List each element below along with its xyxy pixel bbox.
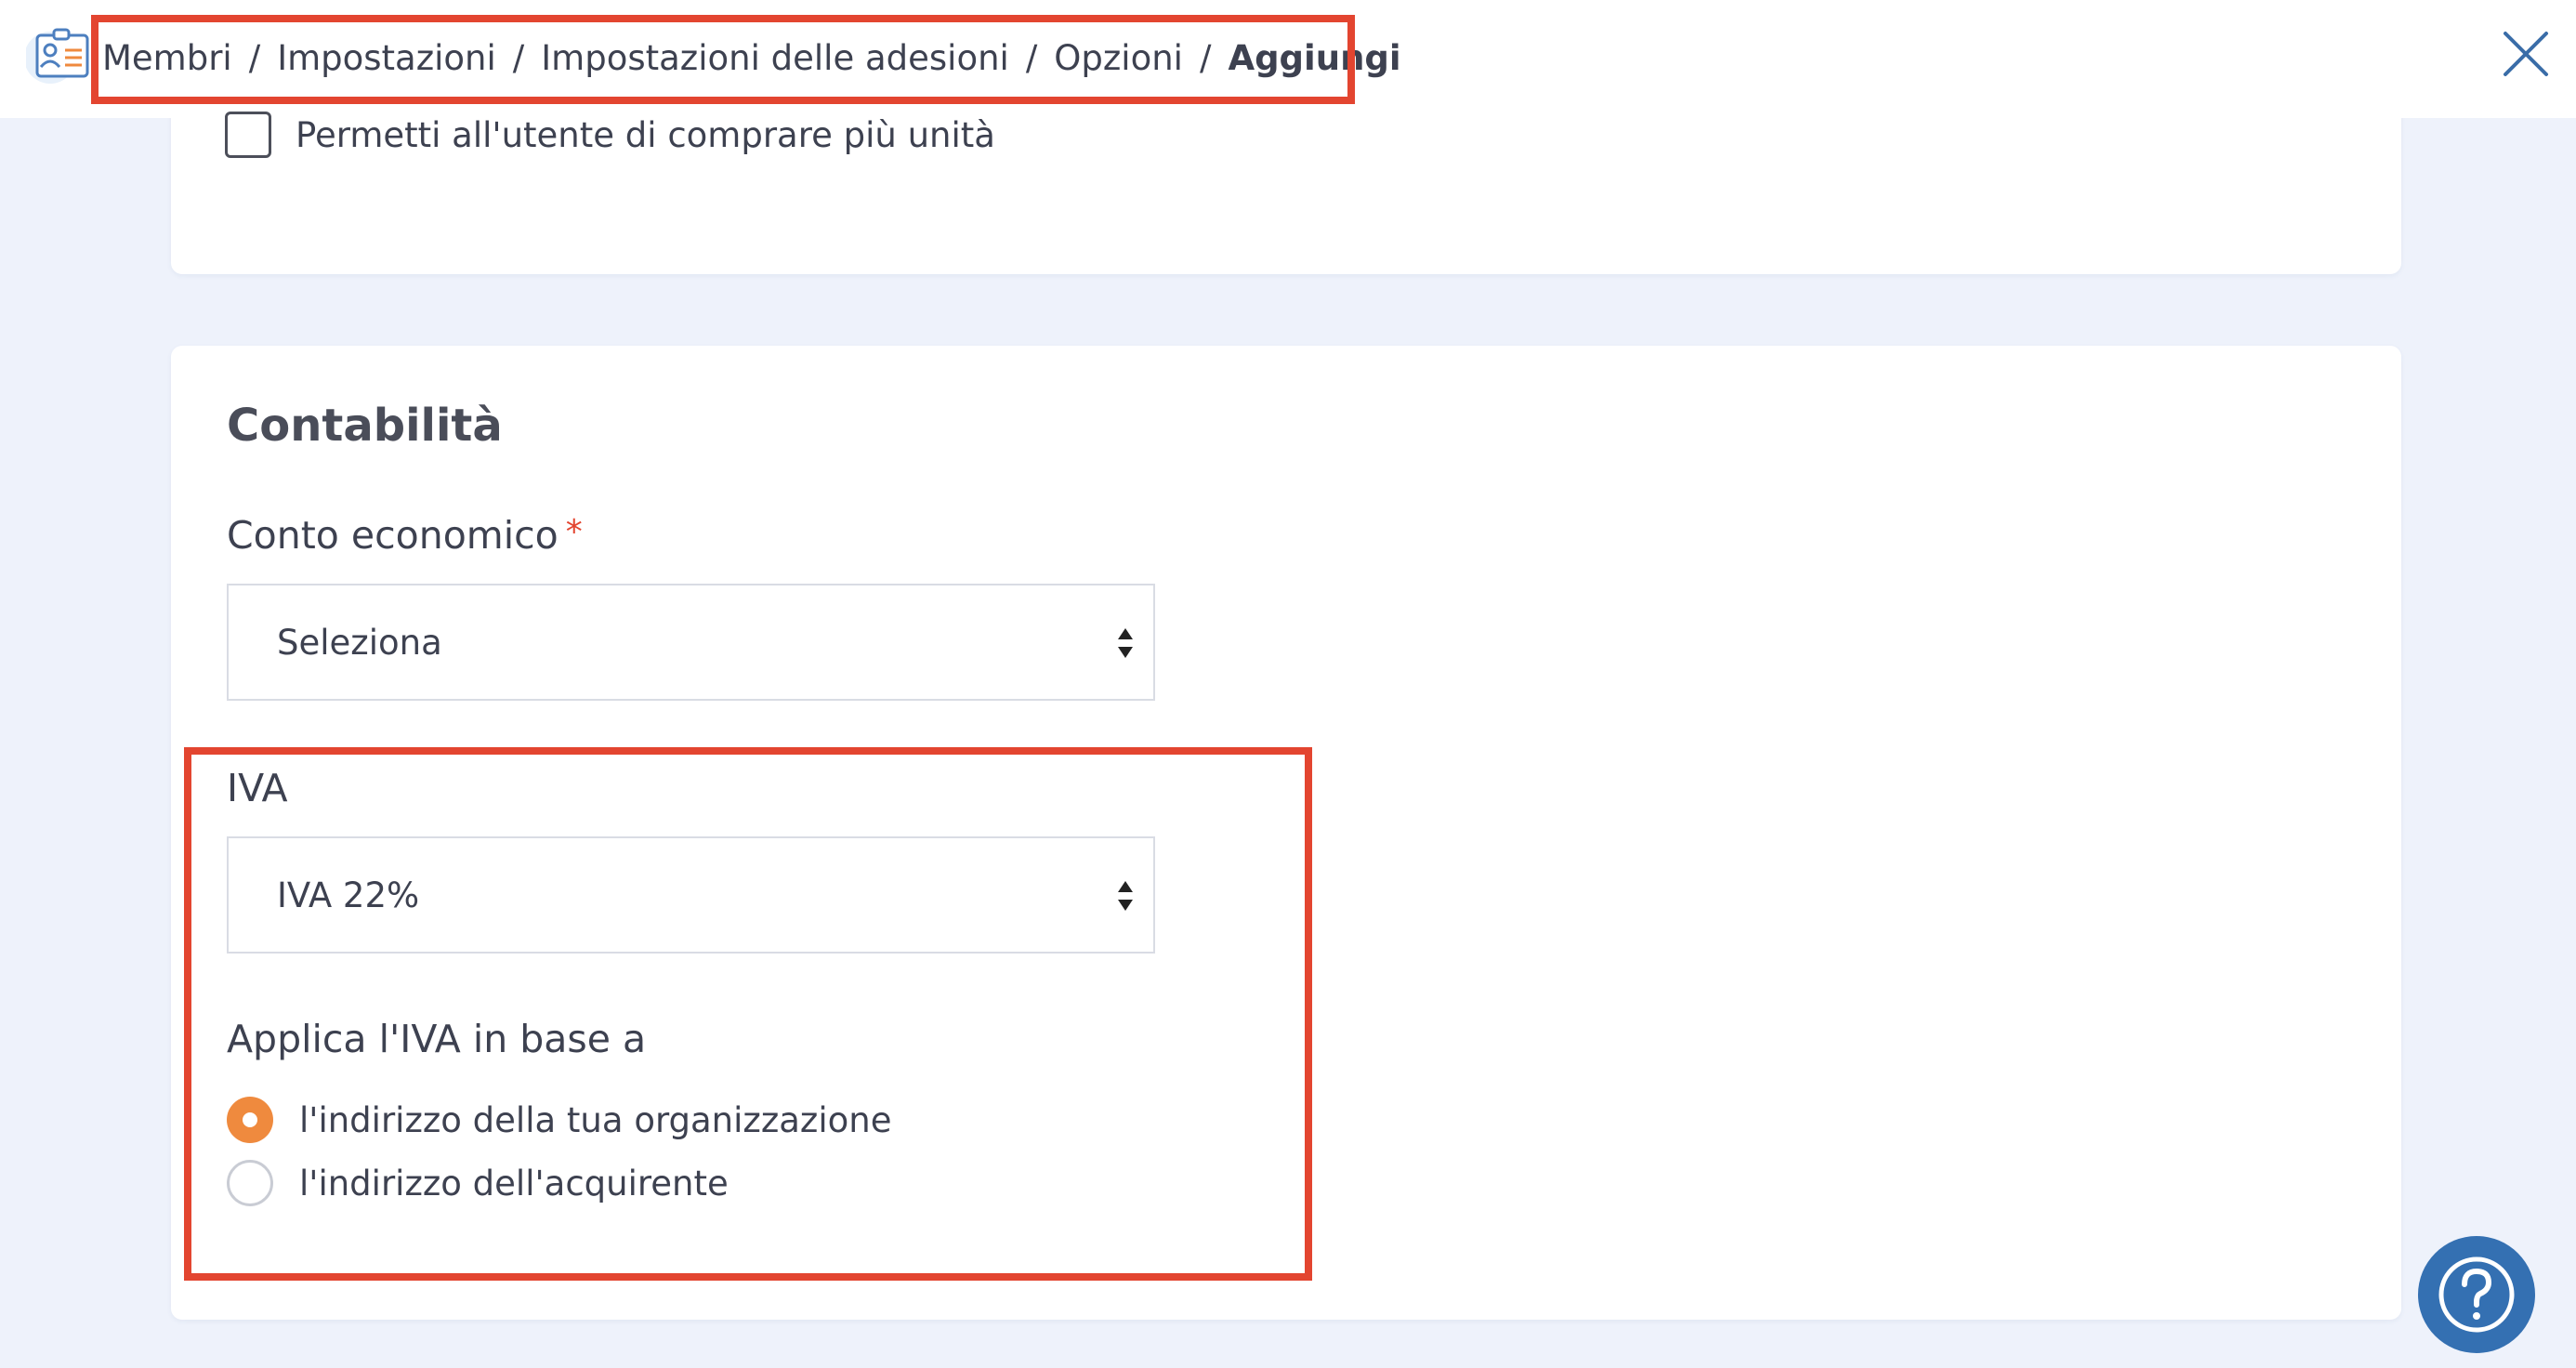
section-title-accounting: Contabilità: [227, 400, 503, 452]
vat-label: IVA: [227, 766, 288, 810]
breadcrumb-separator: /: [512, 37, 525, 78]
breadcrumb-separator: /: [1025, 37, 1038, 78]
allow-multiple-units-label: Permetti all'utente di comprare più unit…: [296, 114, 995, 155]
vat-select[interactable]: IVA 22%: [227, 836, 1155, 954]
income-account-select-value: Seleziona: [277, 622, 442, 663]
select-arrows-icon: [1118, 881, 1133, 911]
income-account-label: Conto economico *: [227, 513, 583, 558]
radio-button-unselected[interactable]: [227, 1160, 273, 1206]
breadcrumb-item-options[interactable]: Opzioni: [1054, 38, 1183, 78]
allow-multiple-units-row[interactable]: Permetti all'utente di comprare più unit…: [225, 112, 995, 158]
membership-card-icon: [26, 28, 89, 84]
radio-option-buyer-address[interactable]: l'indirizzo dell'acquirente: [227, 1160, 729, 1206]
help-question-icon: [2438, 1256, 2515, 1333]
radio-option-label: l'indirizzo della tua organizzazione: [299, 1099, 892, 1140]
help-button[interactable]: [2418, 1236, 2535, 1353]
breadcrumb-current: Aggiungi: [1228, 37, 1401, 78]
radio-option-organization-address[interactable]: l'indirizzo della tua organizzazione: [227, 1097, 891, 1143]
close-icon[interactable]: [2500, 28, 2552, 80]
select-arrows-icon: [1118, 628, 1133, 658]
breadcrumb: Membri / Impostazioni / Impostazioni del…: [102, 0, 1401, 115]
income-account-label-text: Conto economico: [227, 513, 559, 558]
breadcrumb-item-membership-settings[interactable]: Impostazioni delle adesioni: [541, 38, 1009, 78]
vat-select-value: IVA 22%: [277, 875, 420, 915]
breadcrumb-item-settings[interactable]: Impostazioni: [277, 38, 496, 78]
apply-vat-label: Applica l'IVA in base a: [227, 1017, 647, 1061]
required-mark: *: [565, 513, 583, 551]
breadcrumb-item-members[interactable]: Membri: [102, 38, 232, 78]
breadcrumb-separator: /: [1199, 37, 1212, 78]
radio-option-label: l'indirizzo dell'acquirente: [299, 1163, 729, 1204]
income-account-select[interactable]: Seleziona: [227, 584, 1155, 701]
breadcrumb-separator: /: [248, 37, 261, 78]
allow-multiple-units-checkbox[interactable]: [225, 112, 271, 158]
header-bar: Membri / Impostazioni / Impostazioni del…: [0, 0, 2576, 118]
radio-button-selected[interactable]: [227, 1097, 273, 1143]
